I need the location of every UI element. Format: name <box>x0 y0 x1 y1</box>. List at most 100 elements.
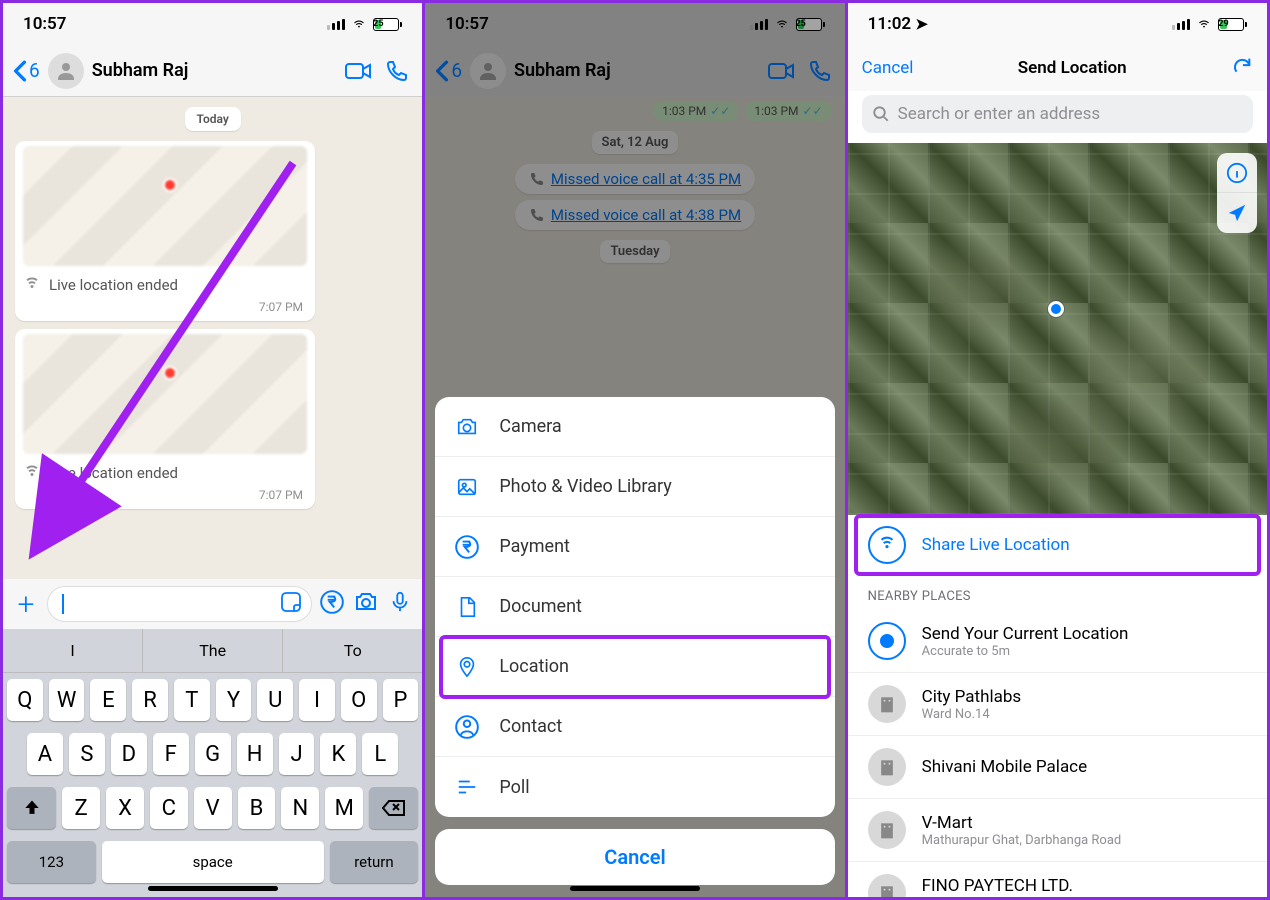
clock: 10:57 <box>23 14 66 34</box>
status-right: 25 <box>327 17 402 31</box>
place-item[interactable]: Shivani Mobile Palace <box>848 736 1267 799</box>
place-icon <box>868 811 906 849</box>
key-k[interactable]: K <box>320 733 356 775</box>
send-current-location[interactable]: Send Your Current LocationAccurate to 5m <box>848 610 1267 673</box>
return-key[interactable]: return <box>330 841 419 883</box>
key-f[interactable]: F <box>153 733 189 775</box>
key-n[interactable]: N <box>281 787 319 829</box>
sheet-contact[interactable]: Contact <box>435 697 834 757</box>
camera-icon <box>453 413 481 441</box>
key-w[interactable]: W <box>49 679 85 721</box>
sheet-photo[interactable]: Photo & Video Library <box>435 457 834 517</box>
key-z[interactable]: Z <box>62 787 100 829</box>
location-message[interactable]: Live location ended 7:07 PM <box>15 141 315 321</box>
key-c[interactable]: C <box>150 787 188 829</box>
cellular-signal-icon <box>327 19 345 30</box>
numbers-key[interactable]: 123 <box>7 841 96 883</box>
broadcast-icon <box>23 276 41 294</box>
date-separator: Today <box>185 107 241 131</box>
message-time: 7:07 PM <box>23 298 307 316</box>
map-controls <box>1217 153 1257 233</box>
key-g[interactable]: G <box>195 733 231 775</box>
key-a[interactable]: A <box>27 733 63 775</box>
key-v[interactable]: V <box>194 787 232 829</box>
shift-key[interactable] <box>7 787 56 829</box>
keyboard[interactable]: I The To QWERTYUIOP ASDFGHJKL ZXCVBNM 12… <box>3 629 422 897</box>
key-u[interactable]: U <box>257 679 293 721</box>
recenter-button[interactable] <box>1217 193 1257 233</box>
sheet-camera[interactable]: Camera <box>435 397 834 457</box>
home-indicator[interactable] <box>570 886 700 891</box>
place-icon <box>868 685 906 723</box>
place-item[interactable]: FINO PAYTECH LTD.BESIDE OF KRISHNA HOSPI… <box>848 862 1267 900</box>
location-arrow-icon: ➤ <box>915 15 928 33</box>
key-p[interactable]: P <box>383 679 419 721</box>
key-x[interactable]: X <box>106 787 144 829</box>
home-indicator[interactable] <box>148 886 278 891</box>
search-input[interactable]: Search or enter an address <box>862 95 1253 133</box>
key-i[interactable]: I <box>299 679 335 721</box>
photo-icon <box>453 473 481 501</box>
contact-icon <box>453 713 481 741</box>
video-call-icon[interactable] <box>344 56 374 86</box>
sheet-poll[interactable]: Poll <box>435 757 834 817</box>
key-e[interactable]: E <box>90 679 126 721</box>
key-b[interactable]: B <box>238 787 276 829</box>
message-time: 7:07 PM <box>23 486 307 504</box>
text-cursor <box>62 594 64 614</box>
key-row: ZXCVBNM <box>3 781 422 835</box>
key-h[interactable]: H <box>237 733 273 775</box>
cancel-button[interactable]: Cancel <box>862 58 914 78</box>
payment-icon[interactable] <box>318 589 346 619</box>
key-m[interactable]: M <box>325 787 363 829</box>
place-item[interactable]: City PathlabsWard No.14 <box>848 673 1267 736</box>
sticker-icon[interactable] <box>279 590 303 618</box>
sheet-payment[interactable]: Payment <box>435 517 834 577</box>
back-button[interactable]: 6 <box>13 59 40 82</box>
location-message[interactable]: Live location ended 7:07 PM <box>15 329 315 509</box>
key-s[interactable]: S <box>69 733 105 775</box>
message-input[interactable] <box>47 586 312 622</box>
document-icon <box>453 593 481 621</box>
space-key[interactable]: space <box>102 841 324 883</box>
backspace-key[interactable] <box>369 787 418 829</box>
map-view[interactable] <box>848 143 1267 515</box>
highlight-annotation <box>854 514 1261 576</box>
avatar[interactable] <box>48 53 84 89</box>
camera-icon[interactable] <box>352 590 380 618</box>
voice-call-icon[interactable] <box>382 56 412 86</box>
info-button[interactable] <box>1217 153 1257 193</box>
key-q[interactable]: Q <box>7 679 43 721</box>
key-t[interactable]: T <box>174 679 210 721</box>
key-l[interactable]: L <box>362 733 398 775</box>
status-bar: 11:02 ➤ 29 <box>848 3 1267 45</box>
refresh-button[interactable] <box>1231 55 1253 81</box>
input-bar: + <box>3 579 422 629</box>
rupee-icon <box>453 533 481 561</box>
cancel-button[interactable]: Cancel <box>435 829 834 885</box>
poll-icon <box>453 773 481 801</box>
place-item[interactable]: V-MartMathurapur Ghat, Darbhanga Road <box>848 799 1267 862</box>
modal-header: Cancel Send Location <box>848 45 1267 91</box>
attach-button[interactable]: + <box>11 587 41 622</box>
cellular-signal-icon <box>1172 19 1190 30</box>
sheet-document[interactable]: Document <box>435 577 834 637</box>
key-d[interactable]: D <box>111 733 147 775</box>
key-o[interactable]: O <box>341 679 377 721</box>
chat-header: 6 Subham Raj <box>3 45 422 97</box>
key-row: ASDFGHJKL <box>3 727 422 781</box>
section-header: NEARBY PLACES <box>848 575 1267 610</box>
broadcast-icon <box>23 464 41 482</box>
microphone-icon[interactable] <box>386 588 414 620</box>
key-j[interactable]: J <box>279 733 315 775</box>
predictive-text[interactable]: I The To <box>3 629 422 673</box>
map-pin-icon <box>163 366 177 380</box>
contact-name[interactable]: Subham Raj <box>92 60 337 81</box>
key-y[interactable]: Y <box>216 679 252 721</box>
wifi-icon <box>1195 17 1213 31</box>
map-preview <box>23 334 307 454</box>
status-right: 29 <box>1172 17 1247 31</box>
key-r[interactable]: R <box>132 679 168 721</box>
battery-icon: 25 <box>373 18 402 31</box>
target-icon <box>868 622 906 660</box>
